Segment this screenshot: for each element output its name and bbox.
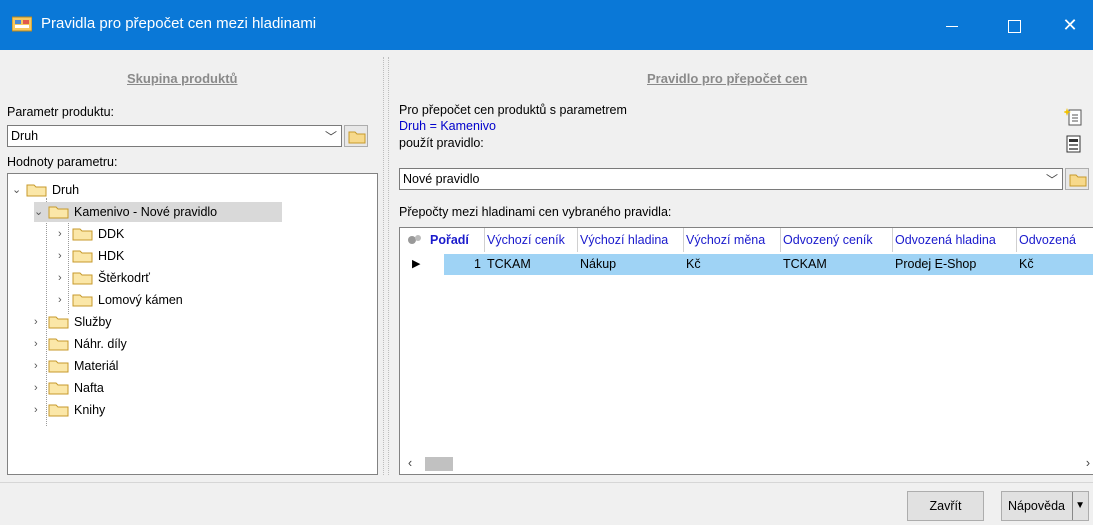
param-values-label: Hodnoty parametru: — [7, 155, 118, 169]
row-marker-icon: ▶ — [412, 258, 421, 270]
tree-node-child[interactable]: › Lomový kámen — [58, 290, 218, 310]
cell-order: 1 — [474, 257, 481, 271]
tree-node-child[interactable]: › Štěrkodrť — [58, 268, 198, 288]
chevron-right-icon[interactable]: › — [58, 224, 70, 244]
tree-node-child[interactable]: › DDK — [58, 224, 158, 244]
folder-icon — [48, 404, 69, 417]
folder-icon — [72, 294, 93, 307]
column-header[interactable]: Výchozí ceník — [485, 228, 578, 252]
folder-icon — [48, 360, 69, 373]
folder-icon — [48, 382, 69, 395]
scroll-right-icon[interactable]: › — [1086, 456, 1090, 470]
help-button[interactable]: Nápověda ▼ — [1001, 491, 1089, 521]
param-combobox[interactable]: Druh ﹀ — [7, 125, 342, 147]
horizontal-scrollbar[interactable]: ‹ › — [400, 454, 1093, 474]
close-button[interactable]: Zavřít — [907, 491, 984, 521]
tree-node[interactable]: › Materiál — [34, 356, 154, 376]
maximize-button[interactable] — [991, 0, 1037, 50]
param-value: Druh — [11, 129, 39, 143]
rule-browse-button[interactable] — [1065, 168, 1089, 190]
rule-value: Nové pravidlo — [403, 172, 480, 186]
folder-open-icon — [26, 184, 47, 197]
folder-icon — [48, 316, 69, 329]
intro-line1: Pro přepočet cen produktů s parametrem — [399, 103, 627, 117]
product-group-panel: Skupina produktů Parametr produktu: Druh… — [7, 57, 380, 475]
column-header[interactable]: Odvozený ceník — [781, 228, 893, 252]
folder-icon — [72, 250, 93, 263]
folder-icon — [48, 338, 69, 351]
cell-source-currency: Kč — [686, 257, 701, 271]
chevron-right-icon[interactable]: › — [34, 312, 46, 332]
scroll-thumb[interactable] — [425, 457, 453, 471]
window-title: Pravidla pro přepočet cen mezi hladinami — [41, 15, 317, 32]
chevron-right-icon[interactable]: › — [58, 268, 70, 288]
folder-icon — [72, 272, 93, 285]
folder-icon — [1069, 174, 1087, 187]
intro-line3: použít pravidlo: — [399, 136, 484, 150]
param-values-tree[interactable]: ⌄ Druh ⌄ Kamenivo - Nové pravidlo › DDK … — [7, 173, 378, 475]
chevron-down-icon[interactable]: ⌄ — [12, 180, 24, 200]
rule-group-title: Pravidlo pro přepočet cen — [647, 71, 808, 86]
chevron-right-icon[interactable]: › — [58, 290, 70, 310]
chevron-down-icon[interactable]: ⌄ — [34, 202, 46, 222]
chevron-right-icon[interactable]: › — [34, 334, 46, 354]
minimize-icon — [946, 25, 958, 27]
app-icon — [12, 16, 32, 32]
tree-node-root[interactable]: ⌄ Druh — [12, 180, 132, 200]
tree-node[interactable]: › Nafta — [34, 378, 154, 398]
grid-label: Přepočty mezi hladinami cen vybraného pr… — [399, 205, 672, 219]
chevron-down-icon[interactable]: ﹀ — [1046, 171, 1058, 188]
chevron-right-icon[interactable]: › — [34, 400, 46, 420]
new-rule-icon[interactable] — [1064, 107, 1084, 127]
product-group-title: Skupina produktů — [127, 71, 238, 86]
tree-node[interactable]: › Knihy — [34, 400, 154, 420]
cell-derived-level: Prodej E-Shop — [895, 257, 977, 271]
close-icon: ✕ — [1062, 15, 1078, 35]
chevron-down-icon[interactable]: ﹀ — [325, 128, 337, 145]
cell-derived-pricelist: TCKAM — [783, 257, 827, 271]
maximize-icon — [1007, 19, 1021, 33]
minimize-button[interactable] — [929, 0, 975, 50]
param-browse-button[interactable] — [344, 125, 368, 147]
title-bar: Pravidla pro přepočet cen mezi hladinami… — [0, 0, 1093, 50]
chevron-down-icon[interactable]: ▼ — [1072, 492, 1085, 520]
tree-node[interactable]: › Náhr. díly — [34, 334, 154, 354]
tree-node-child[interactable]: › HDK — [58, 246, 158, 266]
folder-icon — [72, 228, 93, 241]
column-header[interactable]: Odvozená — [1017, 228, 1093, 252]
recalc-grid[interactable]: Pořadí Výchozí ceník Výchozí hladina Výc… — [399, 227, 1093, 475]
chevron-right-icon[interactable]: › — [58, 246, 70, 266]
column-header[interactable]: Výchozí hladina — [578, 228, 684, 252]
help-label: Nápověda — [1008, 499, 1065, 513]
settings-icon[interactable] — [406, 233, 422, 247]
tree-node-selected[interactable]: ⌄ Kamenivo - Nové pravidlo — [34, 202, 282, 222]
tree-node[interactable]: › Služby — [34, 312, 154, 332]
column-header[interactable]: Pořadí — [428, 228, 485, 252]
cell-source-pricelist: TCKAM — [487, 257, 531, 271]
edit-rule-icon[interactable] — [1064, 134, 1084, 154]
footer-divider — [0, 482, 1093, 483]
intro-line2: Druh = Kamenivo — [399, 119, 496, 133]
folder-open-icon — [48, 206, 69, 219]
cell-source-level: Nákup — [580, 257, 617, 271]
cell-derived-currency: Kč — [1019, 257, 1034, 271]
rule-combobox[interactable]: Nové pravidlo ﹀ — [399, 168, 1063, 190]
folder-icon — [348, 131, 366, 144]
param-label: Parametr produktu: — [7, 105, 114, 119]
scroll-left-icon[interactable]: ‹ — [408, 456, 412, 470]
chevron-right-icon[interactable]: › — [34, 356, 46, 376]
close-window-button[interactable]: ✕ — [1047, 0, 1093, 50]
column-header[interactable]: Odvozená hladina — [893, 228, 1017, 252]
rule-panel: Pravidlo pro přepočet cen Pro přepočet c… — [389, 57, 1093, 475]
column-header[interactable]: Výchozí měna — [684, 228, 781, 252]
chevron-right-icon[interactable]: › — [34, 378, 46, 398]
